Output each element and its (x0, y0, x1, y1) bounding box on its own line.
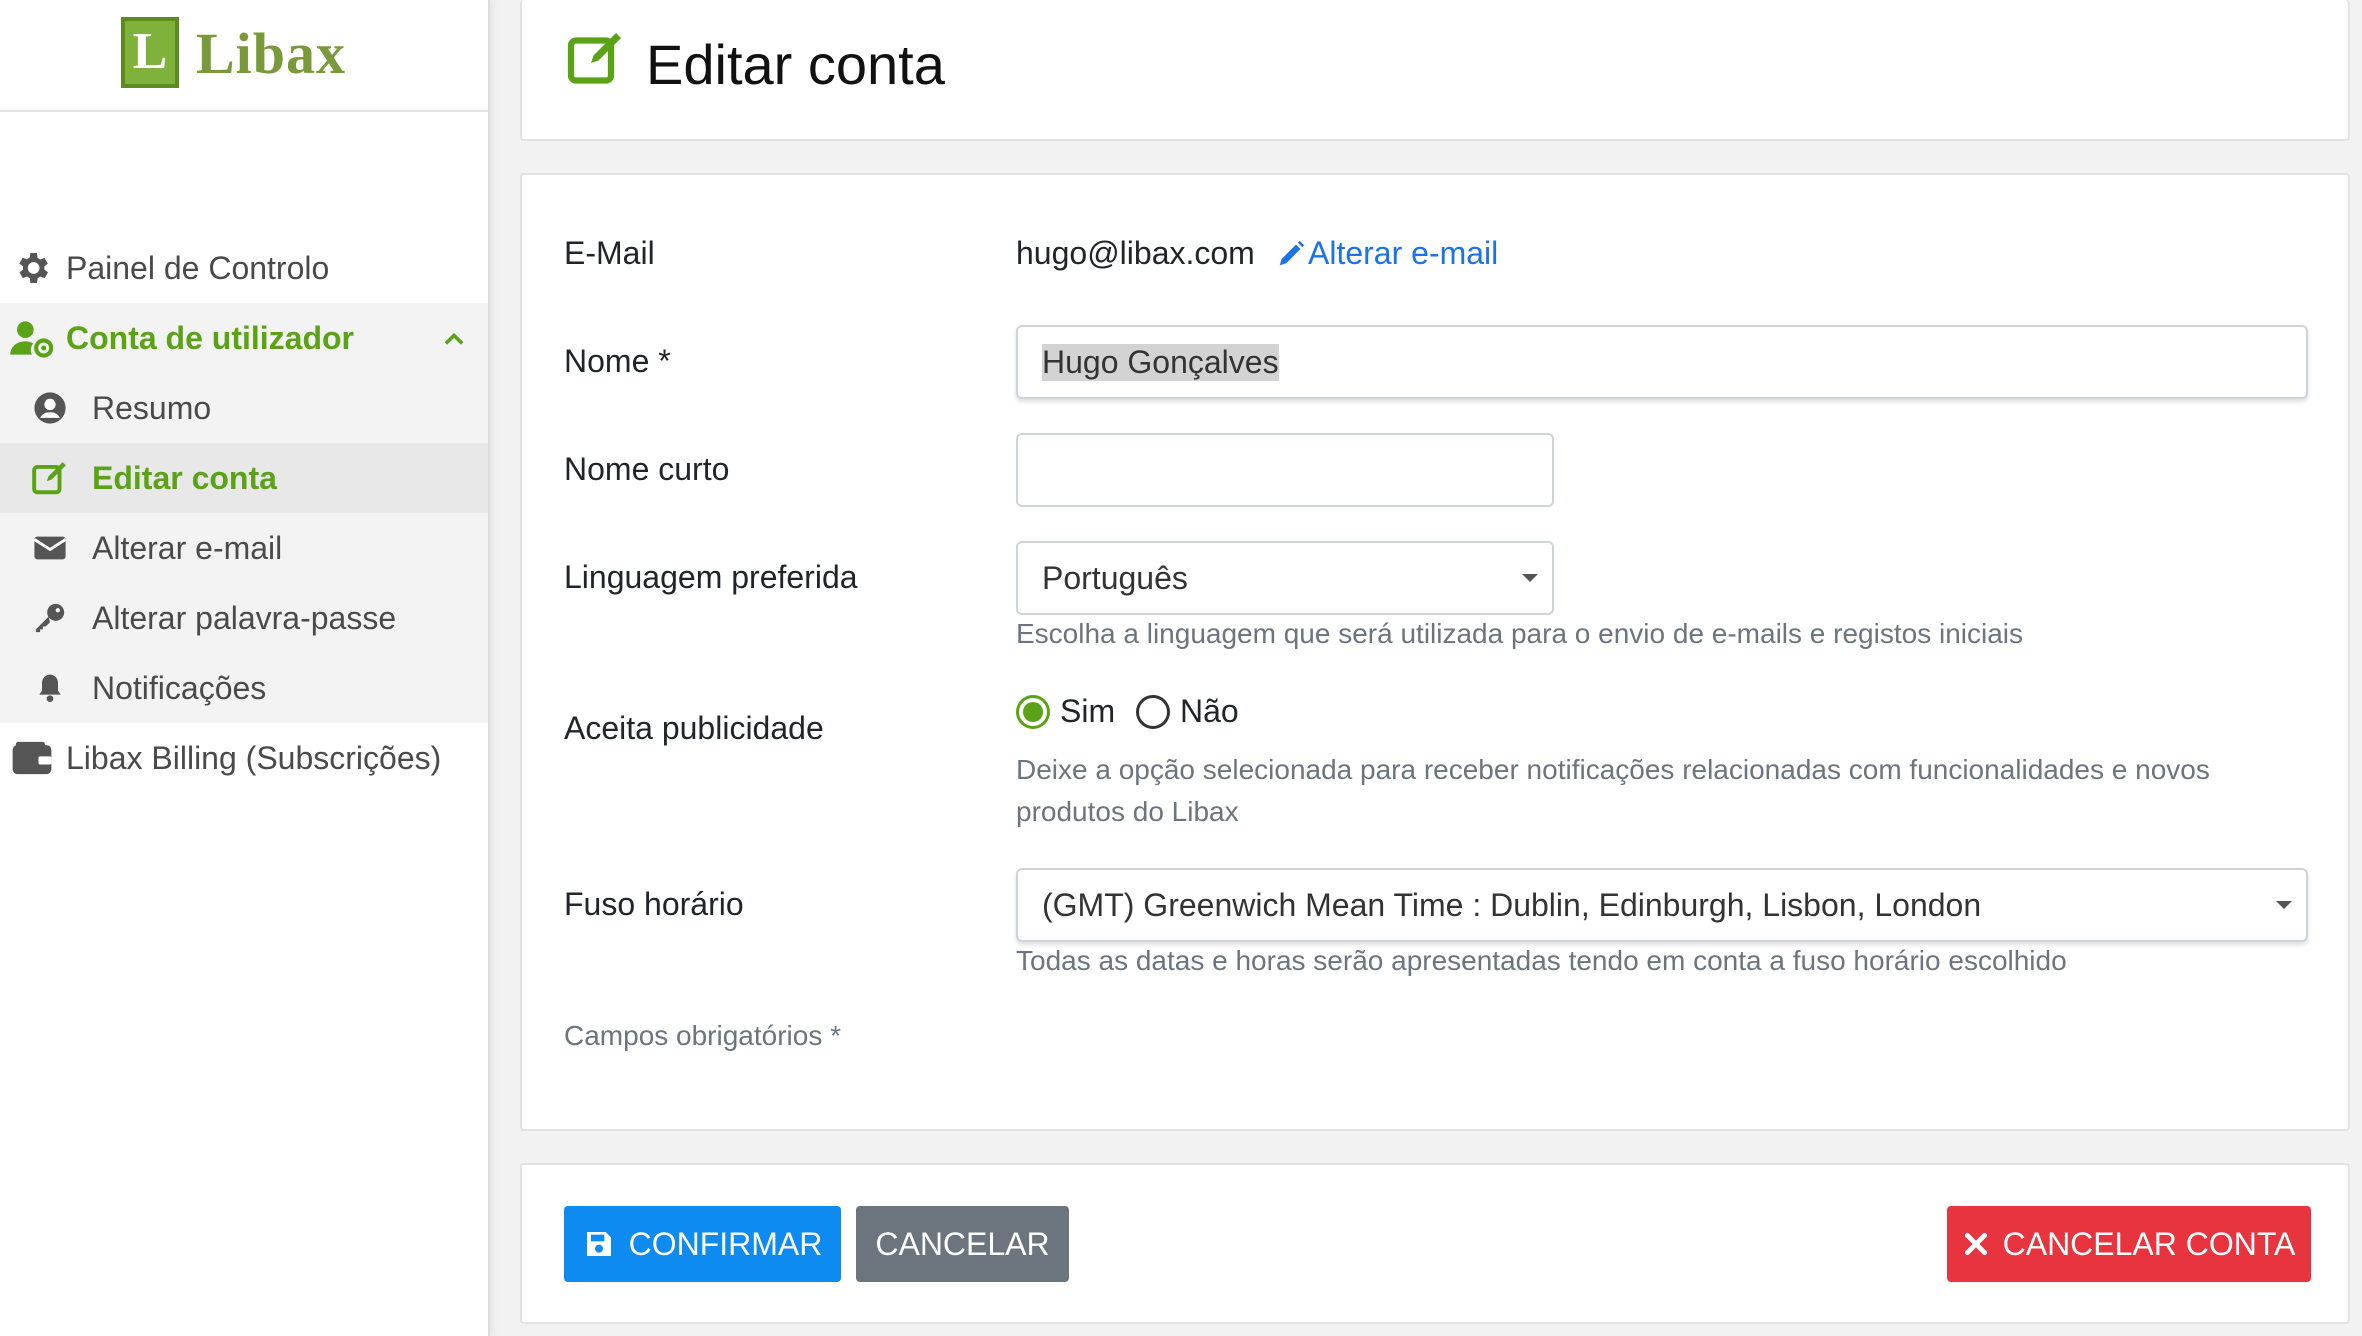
sidebar-item-label: Notificações (92, 669, 267, 706)
envelope-icon (28, 526, 72, 570)
ads-help-line-2: produtos do Libax (1016, 796, 1239, 827)
language-select[interactable]: Português (1016, 541, 1554, 615)
shortname-input[interactable] (1016, 433, 1554, 507)
ads-help-line-1: Deixe a opção selecionada para receber n… (1016, 754, 2210, 785)
language-value: Português (1042, 559, 1188, 596)
change-email-link[interactable]: Alterar e-mail (1276, 235, 1498, 272)
logo[interactable]: L Libax (0, 0, 488, 112)
close-icon (1963, 1231, 1989, 1257)
name-label: Nome * (564, 343, 671, 379)
cancel-account-label: CANCELAR CONTA (2002, 1225, 2296, 1262)
actions-card: CONFIRMAR CANCELAR CANCELAR CONTA (520, 1163, 2350, 1324)
user-gear-icon (10, 316, 54, 360)
caret-down-icon (2276, 901, 2292, 909)
language-label: Linguagem preferida (564, 559, 858, 595)
cancel-label: CANCELAR (875, 1225, 1050, 1262)
page-title: Editar conta (564, 28, 945, 101)
timezone-value: (GMT) Greenwich Mean Time : Dublin, Edin… (1042, 886, 1982, 923)
account-form-card: E-Mail hugo@libax.com Alterar e-mail Nom… (520, 173, 2350, 1131)
timezone-label: Fuso horário (564, 886, 744, 922)
wallet-icon (10, 736, 54, 780)
chevron-up-icon[interactable] (440, 325, 468, 362)
key-icon (28, 596, 72, 640)
radio-checked-icon (1016, 694, 1050, 729)
name-input[interactable]: Hugo Gonçalves (1016, 325, 2308, 399)
sidebar-item-dashboard[interactable]: Painel de Controlo (0, 233, 488, 303)
gear-icon (10, 246, 54, 290)
ads-radio-yes[interactable]: Sim (1016, 693, 1115, 730)
ads-label: Aceita publicidade (564, 710, 824, 746)
email-label: E-Mail (564, 235, 655, 271)
change-email-label: Alterar e-mail (1308, 235, 1499, 271)
sidebar-item-label: Libax Billing (Subscrições) (66, 739, 442, 776)
cancel-account-button[interactable]: CANCELAR CONTA (1947, 1206, 2311, 1282)
sidebar-submenu: Resumo Editar conta Alterar e-mail Alter… (0, 373, 488, 723)
ads-yes-label: Sim (1060, 693, 1116, 729)
email-value: hugo@libax.com (1016, 235, 1255, 271)
logo-text: Libax (196, 21, 347, 86)
sidebar-item-label: Alterar e-mail (92, 529, 283, 566)
sidebar-item-label: Alterar palavra-passe (92, 599, 397, 636)
sidebar-item-edit-account[interactable]: Editar conta (0, 443, 488, 513)
sidebar-nav: Painel de Controlo Conta de utilizador R… (0, 233, 488, 793)
user-circle-icon (28, 386, 72, 430)
timezone-help: Todas as datas e horas serão apresentada… (1016, 945, 2067, 976)
confirm-button[interactable]: CONFIRMAR (564, 1206, 841, 1282)
edit-icon (28, 456, 72, 500)
sidebar-item-label: Editar conta (92, 459, 277, 496)
timezone-select[interactable]: (GMT) Greenwich Mean Time : Dublin, Edin… (1016, 868, 2308, 942)
required-note: Campos obrigatórios * (564, 1020, 842, 1051)
sidebar-item-change-email[interactable]: Alterar e-mail (0, 513, 488, 583)
radio-unchecked-icon (1136, 694, 1170, 729)
confirm-label: CONFIRMAR (628, 1225, 823, 1262)
sidebar: L Libax Painel de Controlo Conta de util… (0, 0, 490, 1336)
language-help: Escolha a linguagem que será utilizada p… (1016, 618, 2024, 649)
sidebar-item-billing[interactable]: Libax Billing (Subscrições) (0, 723, 488, 793)
name-value: Hugo Gonçalves (1042, 343, 1279, 381)
save-icon (583, 1228, 615, 1260)
sidebar-item-change-password[interactable]: Alterar palavra-passe (0, 583, 488, 653)
caret-down-icon (1522, 574, 1538, 582)
sidebar-item-label: Painel de Controlo (66, 249, 330, 286)
ads-no-label: Não (1180, 693, 1239, 729)
sidebar-item-summary[interactable]: Resumo (0, 373, 488, 443)
page-title-text: Editar conta (646, 33, 945, 96)
sidebar-item-label: Resumo (92, 389, 212, 426)
bell-icon (28, 666, 72, 710)
pencil-icon (1276, 239, 1306, 269)
edit-icon (564, 28, 628, 101)
sidebar-item-user-account[interactable]: Conta de utilizador (0, 303, 488, 373)
shortname-label: Nome curto (564, 451, 730, 487)
header-card: Editar conta (520, 0, 2350, 141)
logo-mark: L (121, 17, 179, 88)
ads-radio-no[interactable]: Não (1136, 693, 1239, 730)
sidebar-item-label: Conta de utilizador (66, 319, 354, 356)
cancel-button[interactable]: CANCELAR (856, 1206, 1069, 1282)
sidebar-item-notifications[interactable]: Notificações (0, 653, 488, 723)
